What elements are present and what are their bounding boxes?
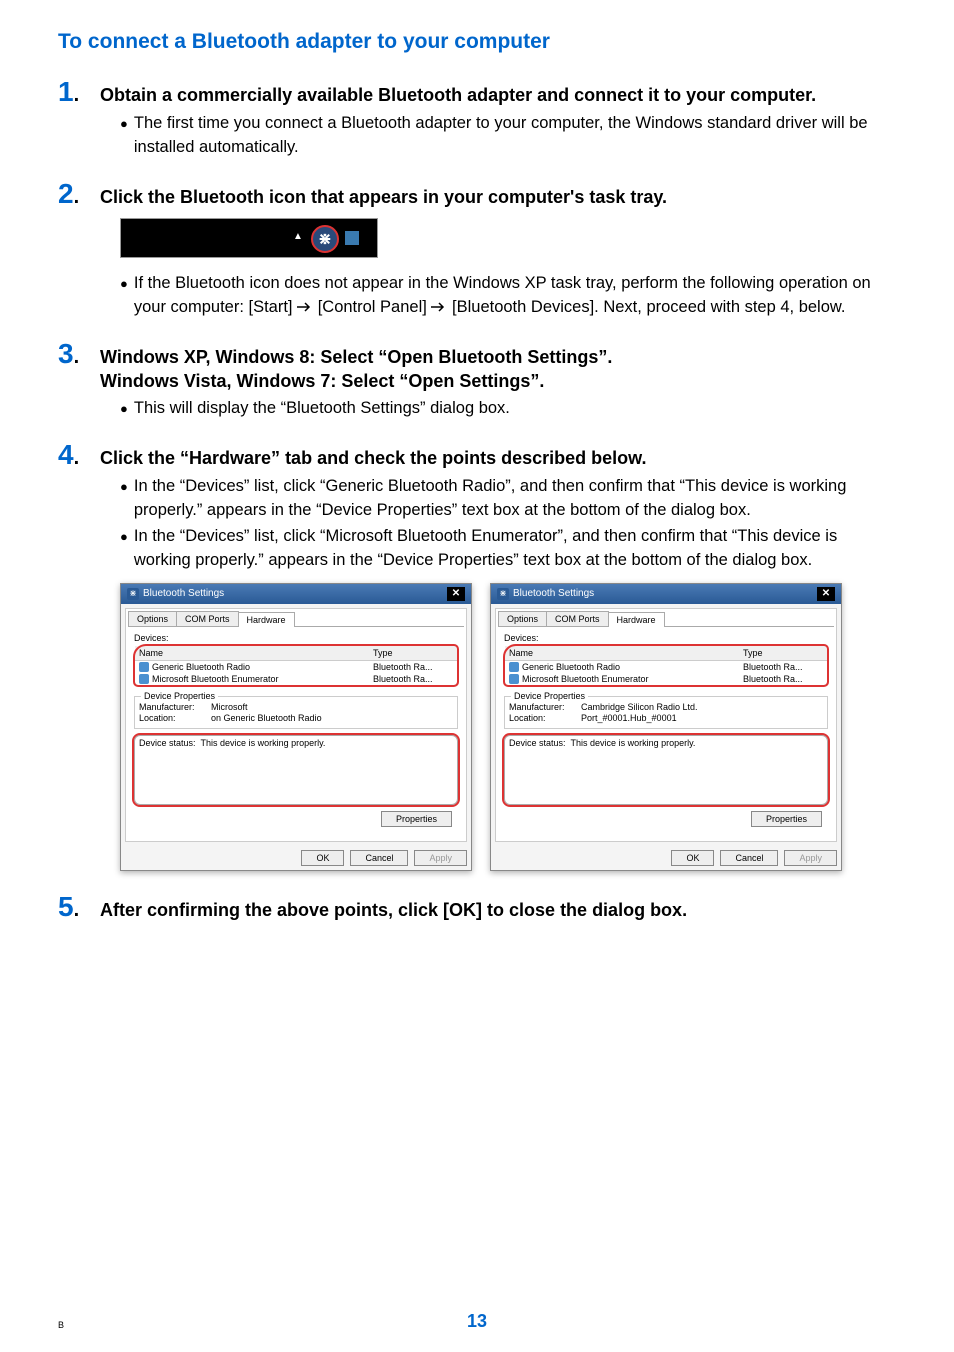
- device-status-box: Device status: This device is working pr…: [504, 735, 828, 805]
- bluetooth-device-icon: [509, 674, 519, 684]
- col-name: Name: [139, 648, 373, 658]
- cancel-button[interactable]: Cancel: [720, 850, 778, 866]
- col-name: Name: [509, 648, 743, 658]
- tray-other-icon: [345, 231, 359, 245]
- step-1-bullet-1: ● The first time you connect a Bluetooth…: [120, 112, 896, 160]
- bullet-icon: ●: [120, 112, 128, 136]
- step-4-text: Click the “Hardware” tab and check the p…: [100, 446, 896, 470]
- bluetooth-settings-dialog-left: ⋇ Bluetooth Settings ✕ Options COM Ports…: [120, 583, 472, 871]
- bluetooth-device-icon: [139, 662, 149, 672]
- close-icon[interactable]: ✕: [817, 587, 835, 601]
- device-row-generic[interactable]: Generic Bluetooth Radio Bluetooth Ra...: [135, 661, 457, 673]
- tab-com-ports[interactable]: COM Ports: [546, 611, 609, 626]
- device-status-box: Device status: This device is working pr…: [134, 735, 458, 805]
- section-title: To connect a Bluetooth adapter to your c…: [58, 30, 896, 54]
- task-tray-figure: ▲ ⋇: [120, 218, 378, 258]
- cancel-button[interactable]: Cancel: [350, 850, 408, 866]
- devices-list[interactable]: Name Type Generic Bluetooth Radio Blueto…: [134, 645, 458, 686]
- arrow-right-icon: [297, 302, 313, 312]
- tab-hardware[interactable]: Hardware: [608, 612, 665, 627]
- properties-button[interactable]: Properties: [751, 811, 822, 827]
- properties-button[interactable]: Properties: [381, 811, 452, 827]
- step-number: 1.: [58, 76, 100, 108]
- bluetooth-icon: ⋇: [497, 588, 509, 600]
- step-4-bullet-2: ● In the “Devices” list, click “Microsof…: [120, 525, 896, 573]
- bullet-icon: ●: [120, 525, 128, 549]
- step-1-text: Obtain a commercially available Bluetoot…: [100, 83, 896, 107]
- step-4: 4. Click the “Hardware” tab and check th…: [58, 439, 896, 471]
- bluetooth-device-icon: [509, 662, 519, 672]
- bluetooth-icon: ⋇: [318, 229, 331, 249]
- dialog-tabs: Options COM Ports Hardware: [498, 611, 834, 627]
- device-properties-legend: Device Properties: [511, 691, 588, 701]
- device-row-generic[interactable]: Generic Bluetooth Radio Bluetooth Ra...: [505, 661, 827, 673]
- ok-button[interactable]: OK: [671, 850, 714, 866]
- bullet-icon: ●: [120, 272, 128, 296]
- step-3-text: Windows XP, Windows 8: Select “Open Blue…: [100, 345, 896, 394]
- tab-hardware[interactable]: Hardware: [238, 612, 295, 627]
- col-type: Type: [373, 648, 453, 658]
- arrow-right-icon: [431, 302, 447, 312]
- bullet-icon: ●: [120, 397, 128, 421]
- dialog-tabs: Options COM Ports Hardware: [128, 611, 464, 627]
- bluetooth-icon: ⋇: [127, 588, 139, 600]
- step-2: 2. Click the Bluetooth icon that appears…: [58, 178, 896, 210]
- step-number: 5.: [58, 891, 100, 923]
- step-5-text: After confirming the above points, click…: [100, 898, 896, 922]
- close-icon[interactable]: ✕: [447, 587, 465, 601]
- page-number: 13: [0, 1311, 954, 1332]
- step-4-bullet-1: ● In the “Devices” list, click “Generic …: [120, 475, 896, 523]
- devices-label: Devices:: [504, 633, 828, 643]
- device-properties-legend: Device Properties: [141, 691, 218, 701]
- device-properties-group: Device Properties Manufacturer:Microsoft…: [134, 696, 458, 729]
- step-5: 5. After confirming the above points, cl…: [58, 891, 896, 923]
- step-1: 1. Obtain a commercially available Bluet…: [58, 76, 896, 108]
- tab-options[interactable]: Options: [128, 611, 177, 626]
- bluetooth-device-icon: [139, 674, 149, 684]
- dialog-title-text: Bluetooth Settings: [143, 588, 224, 599]
- tray-caret-icon: ▲: [293, 231, 303, 242]
- dialog-titlebar: ⋇ Bluetooth Settings ✕: [121, 584, 471, 604]
- step-3: 3. Windows XP, Windows 8: Select “Open B…: [58, 338, 896, 394]
- tab-options[interactable]: Options: [498, 611, 547, 626]
- dialog-titlebar: ⋇ Bluetooth Settings ✕: [491, 584, 841, 604]
- devices-list[interactable]: Name Type Generic Bluetooth Radio Blueto…: [504, 645, 828, 686]
- bluetooth-tray-icon-highlight: ⋇: [311, 225, 339, 253]
- step-number: 2.: [58, 178, 100, 210]
- ok-button[interactable]: OK: [301, 850, 344, 866]
- devices-label: Devices:: [134, 633, 458, 643]
- apply-button[interactable]: Apply: [414, 850, 467, 866]
- dialog-title-text: Bluetooth Settings: [513, 588, 594, 599]
- device-row-enumerator[interactable]: Microsoft Bluetooth Enumerator Bluetooth…: [135, 673, 457, 685]
- step-number: 4.: [58, 439, 100, 471]
- dialog-screenshots: ⋇ Bluetooth Settings ✕ Options COM Ports…: [120, 583, 896, 871]
- step-2-bullet-1: ● If the Bluetooth icon does not appear …: [120, 272, 896, 320]
- step-2-text: Click the Bluetooth icon that appears in…: [100, 185, 896, 209]
- apply-button[interactable]: Apply: [784, 850, 837, 866]
- device-row-enumerator[interactable]: Microsoft Bluetooth Enumerator Bluetooth…: [505, 673, 827, 685]
- step-3-bullet-1: ● This will display the “Bluetooth Setti…: [120, 397, 896, 421]
- col-type: Type: [743, 648, 823, 658]
- device-properties-group: Device Properties Manufacturer:Cambridge…: [504, 696, 828, 729]
- step-number: 3.: [58, 338, 100, 370]
- bullet-icon: ●: [120, 475, 128, 499]
- tab-com-ports[interactable]: COM Ports: [176, 611, 239, 626]
- bluetooth-settings-dialog-right: ⋇ Bluetooth Settings ✕ Options COM Ports…: [490, 583, 842, 871]
